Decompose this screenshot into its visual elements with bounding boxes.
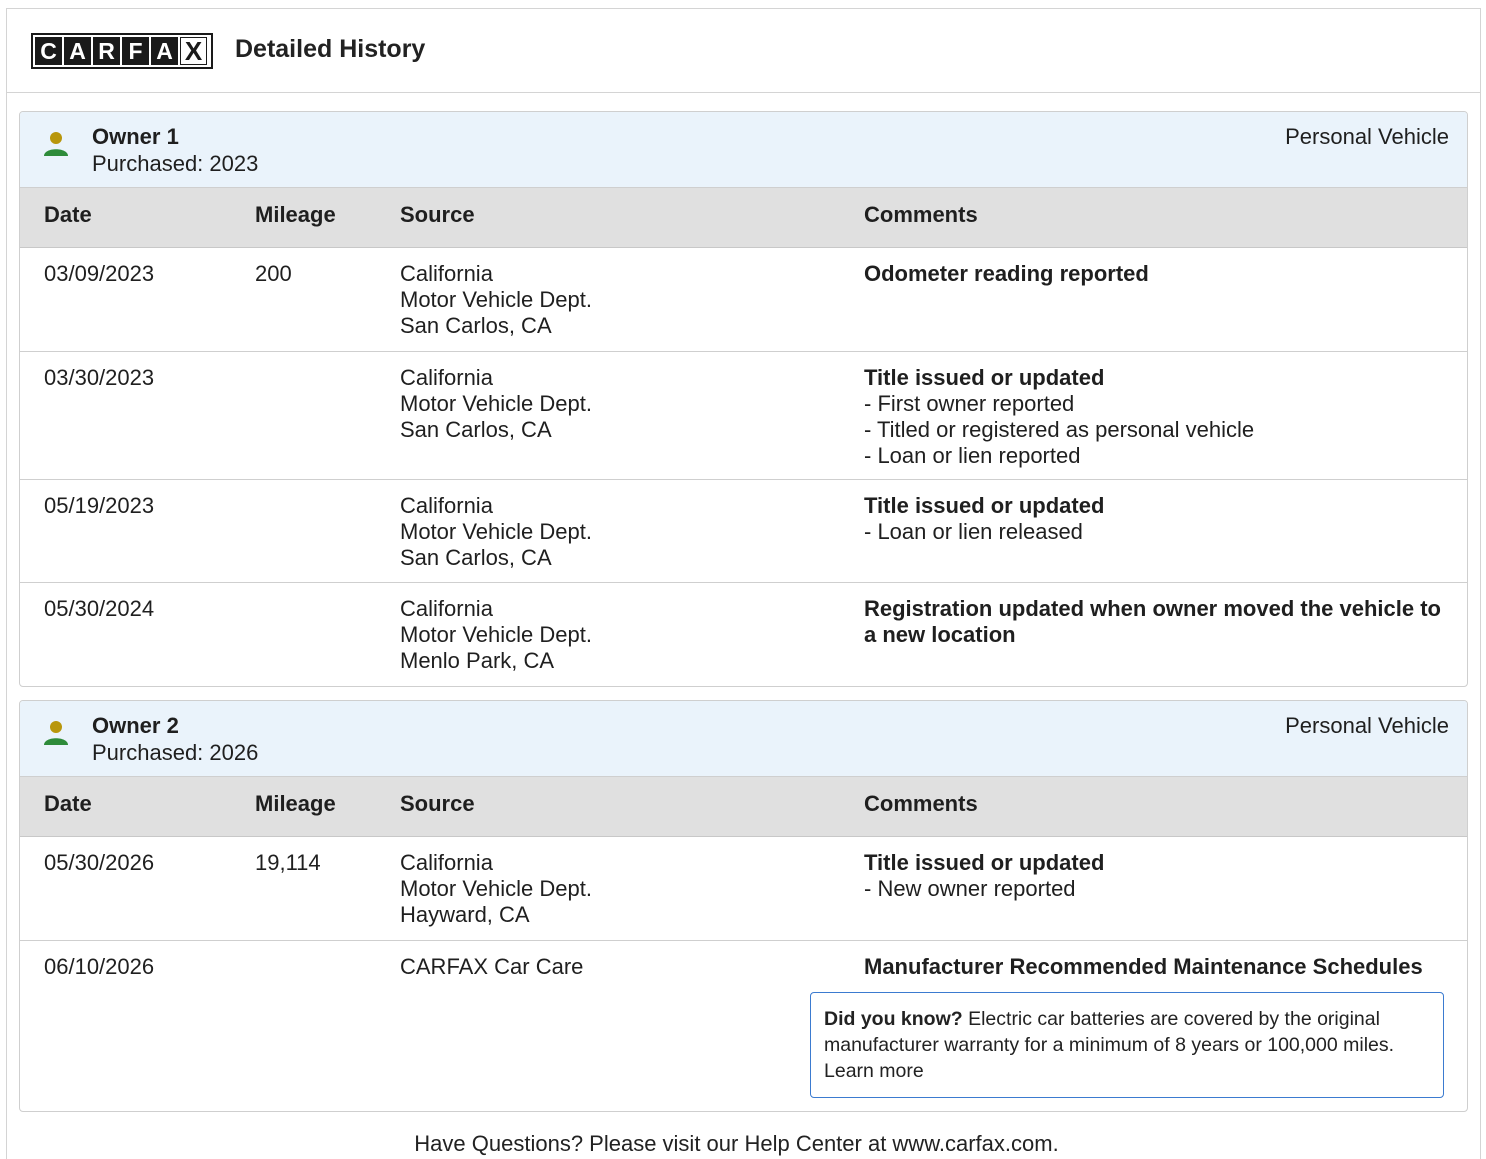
logo-letter: C (35, 37, 62, 65)
column-header-comments: Comments (864, 202, 978, 227)
source-line: Motor Vehicle Dept. (400, 622, 592, 647)
owner-1-section: Owner 1 Purchased: 2023 Personal Vehicle… (19, 111, 1468, 687)
report-header: C A R F A X Detailed History (7, 9, 1480, 93)
person-icon (44, 132, 68, 156)
source-line: San Carlos, CA (400, 545, 552, 570)
column-header-source: Source (400, 791, 475, 816)
section-title: Detailed History (235, 35, 426, 63)
row-source: CARFAX Car Care (400, 954, 583, 980)
column-header-comments: Comments (864, 791, 978, 816)
row-source: California Motor Vehicle Dept. Hayward, … (400, 850, 592, 928)
owner-2-section: Owner 2 Purchased: 2026 Personal Vehicle… (19, 700, 1468, 1112)
logo-letter: A (151, 37, 178, 65)
comment-item: - Loan or lien released (864, 519, 1083, 544)
logo-letter: X (180, 37, 207, 65)
row-date: 05/30/2024 (44, 596, 155, 621)
source-line: California (400, 261, 493, 286)
owner-vehicle-type: Personal Vehicle (1285, 124, 1449, 149)
table-row: 06/10/2026 CARFAX Car Care Manufacturer … (20, 941, 1467, 1111)
source-line: Motor Vehicle Dept. (400, 519, 592, 544)
row-comments: Odometer reading reported (864, 261, 1444, 287)
owner-purchased: Purchased: 2023 (92, 151, 259, 176)
column-header-mileage: Mileage (255, 791, 336, 816)
source-line: Motor Vehicle Dept. (400, 391, 592, 416)
comment-title: Title issued or updated (864, 850, 1105, 875)
row-date: 06/10/2026 (44, 954, 155, 979)
row-comments: Title issued or updated - Loan or lien r… (864, 493, 1444, 545)
table-row: 03/09/2023 200 California Motor Vehicle … (20, 248, 1467, 352)
learn-more-link[interactable]: Learn more (824, 1060, 924, 1082)
source-line: Motor Vehicle Dept. (400, 876, 592, 901)
table-row: 05/30/2026 19,114 California Motor Vehic… (20, 837, 1467, 941)
source-line: San Carlos, CA (400, 417, 552, 442)
source-line: Menlo Park, CA (400, 648, 555, 673)
source-line: California (400, 850, 493, 875)
row-comments: Title issued or updated - New owner repo… (864, 850, 1444, 902)
owner-header: Owner 2 Purchased: 2026 Personal Vehicle (20, 701, 1467, 777)
source-line: Motor Vehicle Dept. (400, 287, 592, 312)
row-mileage: 19,114 (255, 850, 321, 875)
source-line: California (400, 365, 493, 390)
row-date: 03/30/2023 (44, 365, 155, 390)
owner-vehicle-type: Personal Vehicle (1285, 713, 1449, 738)
table-row: 05/19/2023 California Motor Vehicle Dept… (20, 480, 1467, 583)
comment-item: - Loan or lien reported (864, 443, 1081, 468)
comment-item: - New owner reported (864, 876, 1076, 901)
tip-lead: Did you know? (824, 1008, 963, 1030)
column-header-date: Date (44, 202, 92, 227)
person-icon (44, 721, 68, 745)
table-row: 03/30/2023 California Motor Vehicle Dept… (20, 352, 1467, 480)
comment-item: - First owner reported (864, 391, 1075, 416)
row-mileage: 200 (255, 261, 292, 286)
source-line: CARFAX Car Care (400, 954, 584, 979)
row-date: 03/09/2023 (44, 261, 155, 286)
comment-title: Registration updated when owner moved th… (864, 596, 1441, 647)
row-comments: Manufacturer Recommended Maintenance Sch… (864, 954, 1464, 980)
owner-purchased: Purchased: 2026 (92, 740, 259, 765)
carfax-logo[interactable]: C A R F A X (31, 33, 213, 69)
table-row: 05/30/2024 California Motor Vehicle Dept… (20, 583, 1467, 686)
column-header-mileage: Mileage (255, 202, 336, 227)
logo-letter: R (93, 37, 120, 65)
detailed-history-panel: C A R F A X Detailed History Owner 1 Pur… (6, 8, 1481, 1159)
source-line: Hayward, CA (400, 902, 530, 927)
footer-text: Have Questions? Please visit our Help Ce… (414, 1131, 1059, 1156)
help-footer: Have Questions? Please visit our Help Ce… (7, 1131, 1480, 1157)
source-line: California (400, 596, 493, 621)
comment-title: Odometer reading reported (864, 261, 1149, 286)
row-comments: Title issued or updated - First owner re… (864, 365, 1444, 469)
owner-name: Owner 2 (92, 713, 179, 738)
row-date: 05/30/2026 (44, 850, 155, 875)
column-header-source: Source (400, 202, 475, 227)
row-comments: Registration updated when owner moved th… (864, 596, 1444, 648)
row-source: California Motor Vehicle Dept. San Carlo… (400, 365, 592, 443)
comment-title: Title issued or updated (864, 365, 1105, 390)
logo-letter: F (122, 37, 149, 65)
comment-title: Manufacturer Recommended Maintenance Sch… (864, 954, 1423, 979)
row-source: California Motor Vehicle Dept. San Carlo… (400, 493, 592, 571)
did-you-know-tip: Did you know? Electric car batteries are… (810, 992, 1444, 1098)
owner-name: Owner 1 (92, 124, 179, 149)
source-line: San Carlos, CA (400, 313, 552, 338)
table-header: Date Mileage Source Comments (20, 188, 1467, 248)
row-source: California Motor Vehicle Dept. Menlo Par… (400, 596, 592, 674)
comment-title: Title issued or updated (864, 493, 1105, 518)
source-line: California (400, 493, 493, 518)
table-header: Date Mileage Source Comments (20, 777, 1467, 837)
row-date: 05/19/2023 (44, 493, 155, 518)
column-header-date: Date (44, 791, 92, 816)
row-source: California Motor Vehicle Dept. San Carlo… (400, 261, 592, 339)
owner-header: Owner 1 Purchased: 2023 Personal Vehicle (20, 112, 1467, 188)
logo-letter: A (64, 37, 91, 65)
comment-item: - Titled or registered as personal vehic… (864, 417, 1255, 442)
